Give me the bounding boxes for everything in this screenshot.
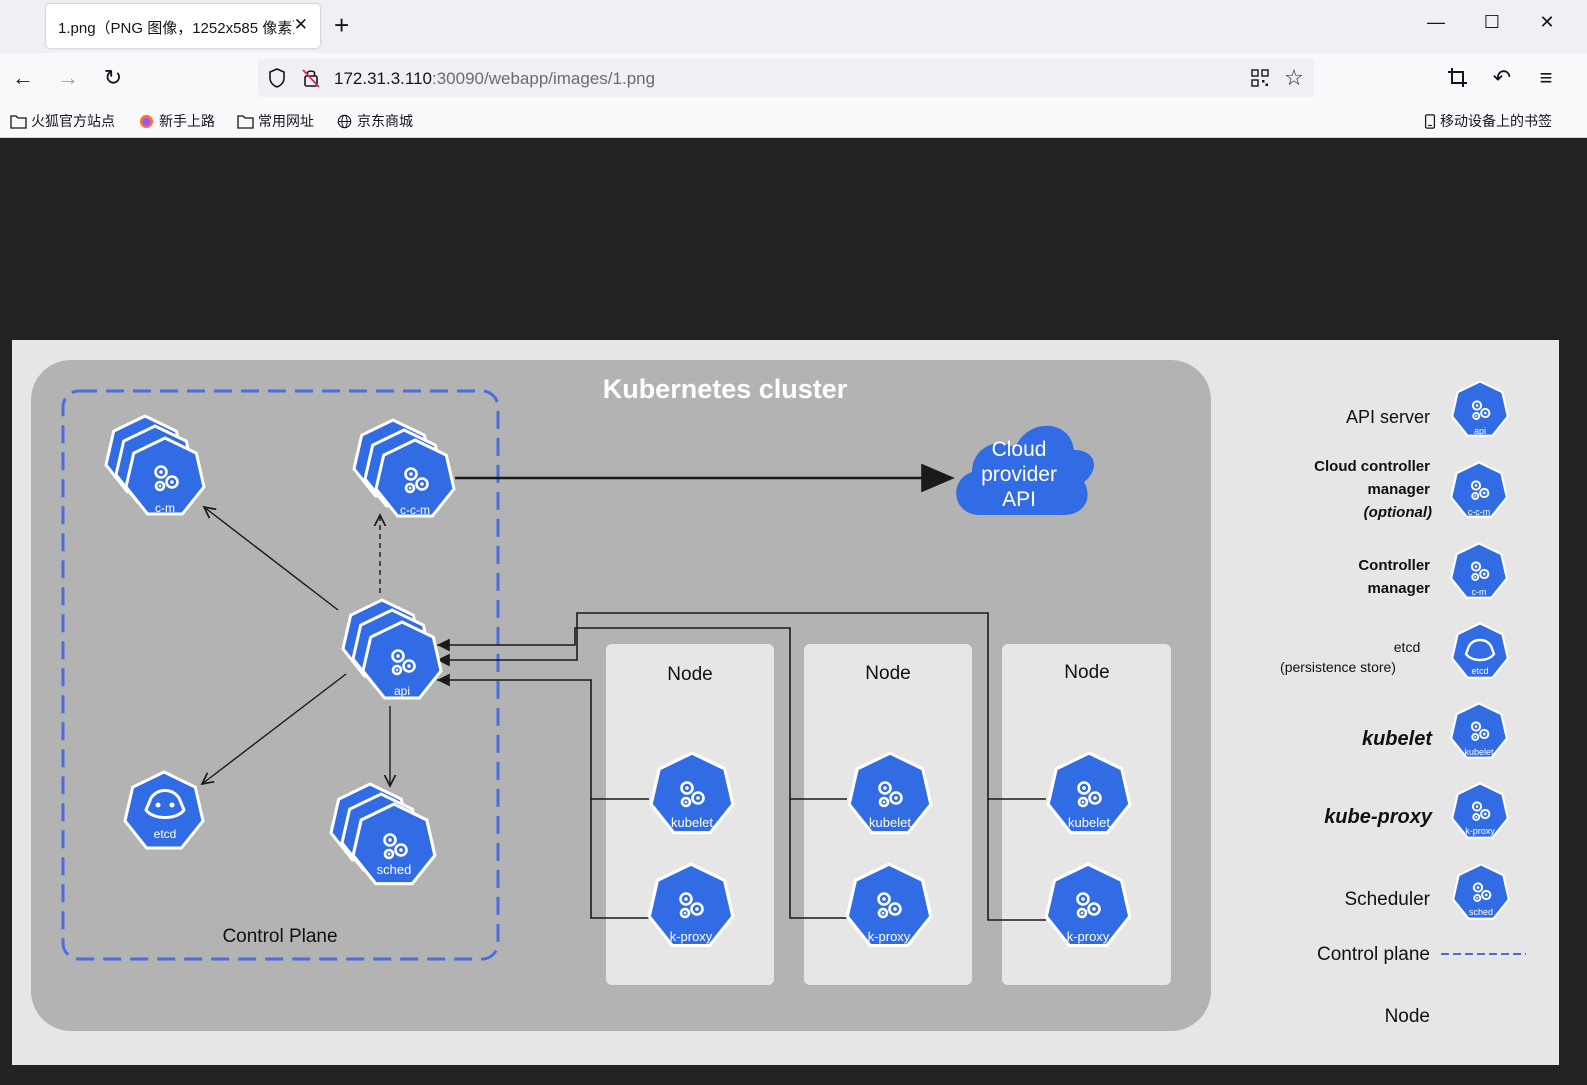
- minimize-icon[interactable]: —: [1424, 12, 1448, 33]
- ccm-label: c-c-m: [400, 503, 430, 517]
- close-tab-icon[interactable]: ✕: [294, 15, 308, 35]
- reload-icon[interactable]: ↻: [100, 65, 126, 91]
- legend-node-swatch: [1442, 1000, 1510, 1040]
- qr-code-icon[interactable]: [1250, 68, 1270, 88]
- control-plane-label: Control Plane: [222, 926, 337, 947]
- bookmark-label: 京东商城: [357, 113, 413, 129]
- legend-cm-icon-label: c-m: [1472, 587, 1487, 597]
- menu-icon[interactable]: ≡: [1533, 65, 1559, 91]
- cluster-title: Kubernetes cluster: [603, 374, 848, 404]
- shield-icon[interactable]: [267, 67, 287, 89]
- legend-scheduler: Scheduler: [1344, 889, 1430, 910]
- legend-api-icon-label: api: [1474, 426, 1486, 436]
- legend: API server api Cloud controller manager …: [1280, 380, 1526, 1040]
- kubelet-label: kubelet: [671, 815, 713, 830]
- bookmark-label: 新手上路: [159, 113, 215, 129]
- etcd-label: etcd: [154, 827, 177, 841]
- undo-icon[interactable]: ↶: [1489, 65, 1515, 91]
- bookmark-folder-firefox[interactable]: 火狐官方站点: [10, 111, 115, 131]
- legend-node: Node: [1385, 1006, 1430, 1027]
- bookmark-star-icon[interactable]: ☆: [1281, 65, 1307, 91]
- sched-label: sched: [377, 862, 412, 877]
- legend-cm-line-1: Controller: [1358, 557, 1430, 574]
- url-host: 172.31.3.110: [334, 69, 432, 88]
- screenshot-crop-icon[interactable]: [1447, 67, 1469, 89]
- navigation-bar: ← → ↻ 172.31.3.110:30090/webapp/images/1…: [0, 53, 1587, 103]
- url-bar[interactable]: 172.31.3.110:30090/webapp/images/1.png ☆: [258, 59, 1314, 97]
- bookmark-label: 火狐官方站点: [31, 113, 115, 129]
- bookmark-folder-common[interactable]: 常用网址: [237, 111, 314, 131]
- legend-etcd-line-2: (persistence store): [1280, 659, 1396, 675]
- legend-sched-icon-label: sched: [1469, 907, 1493, 917]
- mobile-bookmarks[interactable]: 移动设备上的书签: [1424, 111, 1552, 131]
- tab-active[interactable]: 1.png（PNG 图像，1252x585 像素） ✕: [46, 4, 320, 48]
- back-icon[interactable]: ←: [10, 65, 36, 91]
- kproxy-label: k-proxy: [868, 929, 911, 944]
- kubernetes-diagram-image: Kubernetes cluster Control Plane Cloud p…: [12, 340, 1559, 1065]
- cloud-label-line-1: Cloud: [992, 438, 1047, 461]
- legend-kproxy-icon-label: k-proxy: [1465, 826, 1495, 836]
- tab-title: 1.png（PNG 图像，1252x585 像素）: [58, 20, 294, 37]
- legend-etcd-line-1: etcd: [1394, 639, 1420, 655]
- globe-icon: [337, 114, 352, 128]
- bookmark-getting-started[interactable]: 新手上路: [138, 111, 215, 131]
- legend-ccm-line-2: manager: [1367, 481, 1430, 498]
- url-text[interactable]: 172.31.3.110:30090/webapp/images/1.png: [334, 69, 655, 89]
- url-path: :30090/webapp/images/1.png: [432, 69, 656, 88]
- bookmark-label: 常用网址: [258, 113, 314, 129]
- bookmark-jd[interactable]: 京东商城: [336, 111, 413, 131]
- cloud-label-line-3: API: [1002, 488, 1036, 511]
- legend-kubelet-icon-label: kubelet: [1464, 747, 1494, 757]
- legend-ccm-line-3: (optional): [1364, 504, 1432, 521]
- maximize-icon[interactable]: ☐: [1480, 12, 1504, 33]
- legend-etcd-icon-label: etcd: [1471, 666, 1488, 676]
- kubelet-label: kubelet: [1068, 815, 1110, 830]
- bookmark-label: 移动设备上的书签: [1440, 113, 1552, 129]
- diagram-svg: Kubernetes cluster Control Plane Cloud p…: [31, 360, 1526, 1040]
- legend-ccm-line-1: Cloud controller: [1314, 458, 1430, 475]
- insecure-lock-icon[interactable]: [301, 67, 321, 89]
- browser-chrome: 1.png（PNG 图像，1252x585 像素） ✕ + — ☐ ✕ ← → …: [0, 0, 1587, 138]
- node-2-label: Node: [865, 663, 910, 684]
- legend-cm-line-2: manager: [1367, 580, 1430, 597]
- api-label: api: [394, 684, 410, 698]
- legend-kube-proxy: kube-proxy: [1324, 806, 1433, 828]
- legend-kubelet: kubelet: [1362, 728, 1433, 750]
- forward-icon[interactable]: →: [55, 65, 81, 91]
- legend-api-server: API server: [1346, 407, 1430, 427]
- legend-control-plane: Control plane: [1317, 944, 1430, 965]
- firefox-logo-icon: [139, 114, 154, 128]
- folder-icon: [10, 114, 27, 129]
- folder-icon: [237, 114, 254, 129]
- kproxy-label: k-proxy: [670, 929, 713, 944]
- new-tab-icon[interactable]: +: [334, 10, 349, 40]
- close-window-icon[interactable]: ✕: [1535, 12, 1559, 33]
- bookmarks-bar: 火狐官方站点 新手上路 常用网址 京东商城 移动设备上的书签: [0, 103, 1587, 138]
- legend-ccm-icon-label: c-c-m: [1468, 507, 1491, 517]
- kubelet-label: kubelet: [869, 815, 911, 830]
- node-3-label: Node: [1064, 662, 1109, 683]
- kproxy-label: k-proxy: [1067, 929, 1110, 944]
- cm-label: c-m: [155, 501, 175, 515]
- mobile-device-icon: [1424, 113, 1436, 129]
- cloud-label-line-2: provider: [981, 463, 1057, 486]
- node-1-label: Node: [667, 664, 712, 685]
- tab-bar: 1.png（PNG 图像，1252x585 像素） ✕ + — ☐ ✕: [0, 0, 1587, 53]
